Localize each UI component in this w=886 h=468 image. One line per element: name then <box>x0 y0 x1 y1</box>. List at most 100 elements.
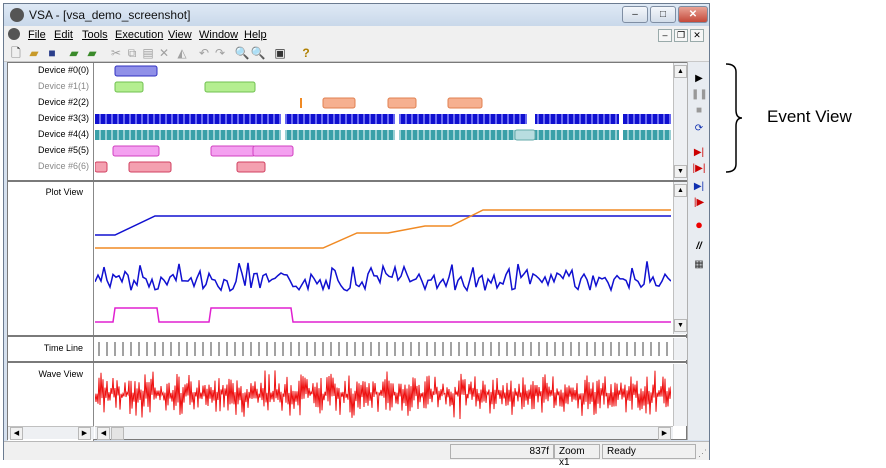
zoom-out-icon[interactable]: 🔍 <box>250 45 266 61</box>
magenta-step-series <box>95 307 671 323</box>
title-bar: VSA - [vsa_demo_screenshot] – □ ✕ <box>4 4 709 26</box>
time-line[interactable] <box>95 338 671 360</box>
save-icon[interactable]: ■ <box>44 45 60 61</box>
device-5-event <box>112 145 160 157</box>
close-button[interactable]: ✕ <box>678 6 708 23</box>
device-1-event <box>114 81 144 93</box>
device-label-2: Device #2(2) <box>37 97 89 107</box>
open-folder-icon[interactable]: ▰ <box>66 45 82 61</box>
pane-divider[interactable] <box>8 335 688 337</box>
device-label-5: Device #5(5) <box>37 145 89 155</box>
mirror-icon[interactable]: ◭ <box>174 45 190 61</box>
cut-icon[interactable]: ✂ <box>108 45 124 61</box>
maximize-button[interactable]: □ <box>650 6 676 23</box>
pause-icon[interactable]: ❚❚ <box>691 88 708 102</box>
mdi-restore-button[interactable]: ❐ <box>674 29 688 42</box>
step-back-icon[interactable]: ▶| <box>691 180 707 194</box>
scroll-left-button[interactable]: ◀ <box>97 427 110 440</box>
mdi-close-button[interactable]: ✕ <box>690 29 704 42</box>
label-hscrollbar[interactable]: ◀ ▶ <box>8 426 94 440</box>
zoom-in-icon[interactable]: 🔍 <box>234 45 250 61</box>
new-icon[interactable]: 🗋 <box>8 45 24 61</box>
scroll-left-button[interactable]: ◀ <box>10 427 23 440</box>
menu-tools[interactable]: Tools <box>82 29 108 41</box>
scroll-right-button[interactable]: ▶ <box>78 427 91 440</box>
device-2-event <box>387 97 417 109</box>
menu-help[interactable]: Help <box>244 29 267 41</box>
stop-icon[interactable]: ■ <box>691 104 707 118</box>
blue-step-series <box>95 215 671 236</box>
step-icon[interactable]: |▶ <box>691 196 707 210</box>
step-end-icon[interactable]: ▶| <box>691 146 707 160</box>
menu-window[interactable]: Window <box>199 29 238 41</box>
app-window: VSA - [vsa_demo_screenshot] – □ ✕ File E… <box>3 3 710 468</box>
device-3-events <box>95 114 671 124</box>
scroll-down-button[interactable]: ▼ <box>674 319 687 332</box>
open-icon[interactable]: ▰ <box>26 45 42 61</box>
help-icon[interactable]: ? <box>298 45 314 61</box>
device-2-event <box>322 97 356 109</box>
copy-icon[interactable]: ⧉ <box>124 45 140 61</box>
plot-view[interactable] <box>94 182 672 334</box>
device-2-event <box>447 97 483 109</box>
control-sidebar: ▶ ❚❚ ■ ⟳ ▶| |▶| ▶| |▶ ● // ▦ <box>687 62 709 440</box>
menu-view[interactable]: View <box>168 29 192 41</box>
window-title: VSA - [vsa_demo_screenshot] <box>29 8 191 22</box>
export-image-icon[interactable]: ▣ <box>272 45 288 61</box>
device-label-0: Device #0(0) <box>37 65 89 75</box>
document-icon <box>8 28 20 40</box>
device-5-event <box>210 145 256 157</box>
device-label-4: Device #4(4) <box>37 129 89 139</box>
camera-icon[interactable]: ▦ <box>691 258 707 272</box>
wave-view-canvas <box>94 370 672 420</box>
wave-view[interactable] <box>94 364 672 424</box>
device-2-event <box>300 98 302 108</box>
mdi-minimize-button[interactable]: – <box>658 29 672 42</box>
device-5-event <box>252 145 294 157</box>
pane-divider[interactable] <box>8 361 688 363</box>
paste-icon[interactable]: ▤ <box>140 45 156 61</box>
device-1-event <box>204 81 256 93</box>
status-text: Ready <box>602 444 696 459</box>
scroll-up-button[interactable]: ▲ <box>674 184 687 197</box>
device-6-event <box>94 161 108 173</box>
menu-file[interactable]: File <box>28 29 46 41</box>
document-client: Device #0(0) Device #1(1) Device #2(2) D… <box>7 62 688 441</box>
minimize-button[interactable]: – <box>622 6 648 23</box>
event-view[interactable] <box>94 63 671 180</box>
record-icon[interactable]: ● <box>691 218 707 232</box>
blue-activity-series <box>94 261 672 293</box>
step-forward-icon[interactable]: |▶| <box>691 162 707 176</box>
scroll-right-button[interactable]: ▶ <box>658 427 671 440</box>
pause-bars-icon[interactable]: // <box>691 240 707 254</box>
scroll-down-button[interactable]: ▼ <box>674 165 687 178</box>
device-label-3: Device #3(3) <box>37 113 89 123</box>
main-hscrollbar[interactable]: ◀ ▶ <box>95 426 673 440</box>
delete-icon[interactable]: ✕ <box>156 45 172 61</box>
scroll-thumb[interactable] <box>111 427 124 440</box>
event-view-scrollbar[interactable]: ▲ ▼ <box>673 63 687 180</box>
device-6-event <box>236 161 266 173</box>
resize-grip-icon[interactable]: ⋰ <box>698 448 707 459</box>
scroll-up-button[interactable]: ▲ <box>674 65 687 78</box>
menu-execution[interactable]: Execution <box>115 29 163 41</box>
redo-icon[interactable]: ↷ <box>212 45 228 61</box>
wave-view-scrollbar[interactable] <box>673 364 687 426</box>
time-line-label: Time Line <box>43 343 83 353</box>
menu-edit[interactable]: Edit <box>54 29 73 41</box>
plot-view-canvas <box>94 209 672 323</box>
menu-bar: File Edit Tools Execution View Window He… <box>4 26 709 44</box>
event-view-canvas <box>94 65 671 173</box>
device-0-event <box>114 65 158 77</box>
event-view-bracket <box>725 63 743 173</box>
time-line-scrollbar[interactable] <box>673 338 687 360</box>
undo-icon[interactable]: ↶ <box>196 45 212 61</box>
refresh-icon[interactable]: ⟳ <box>691 122 707 136</box>
export-icon[interactable]: ▰ <box>84 45 100 61</box>
zoom-level: Zoom x1 <box>554 444 600 468</box>
toolbar: 🗋 ▰ ■ ▰ ▰ ✂ ⧉ ▤ ✕ ◭ ↶ ↷ 🔍 🔍 ▣ ? <box>4 44 709 62</box>
play-icon[interactable]: ▶ <box>691 72 707 86</box>
wave-series <box>94 370 672 420</box>
status-bar: 837f Zoom x1 Ready ⋰ <box>4 441 709 468</box>
plot-view-scrollbar[interactable]: ▲ ▼ <box>673 182 687 334</box>
